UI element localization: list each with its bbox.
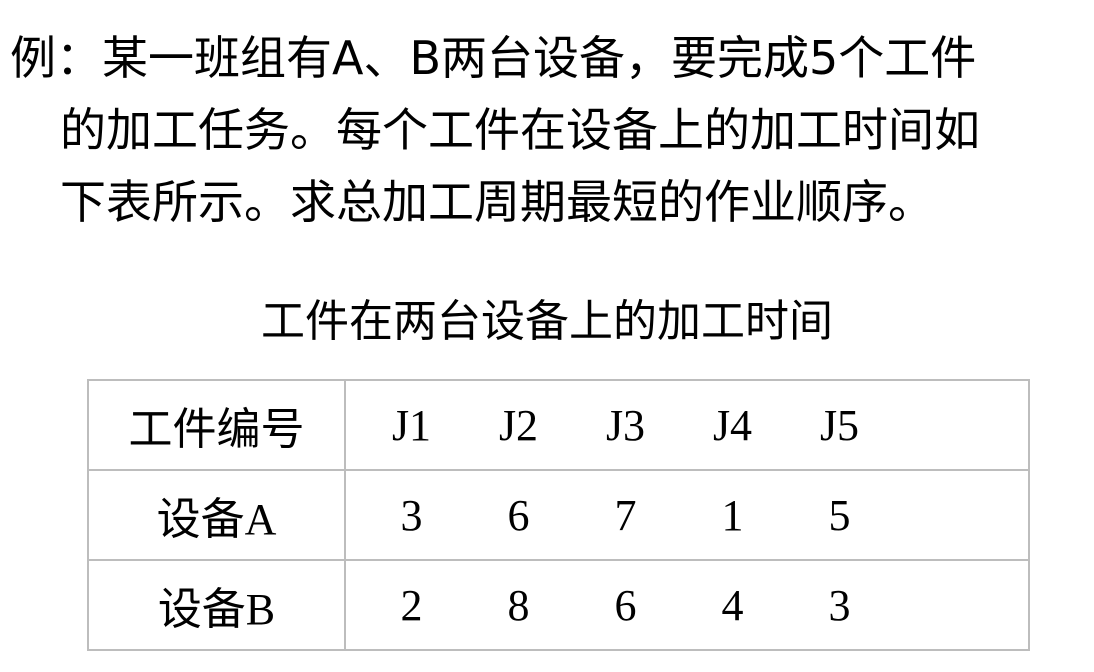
problem-line-2: 的加工任务。每个工件在设备上的加工时间如 (60, 103, 980, 157)
time-value: 5 (828, 490, 851, 540)
header-label-cell: 工件编号 (87, 379, 346, 471)
problem-line-3: 下表所示。求总加工周期最短的作业顺序。 (60, 175, 934, 229)
job-id: J2 (498, 400, 539, 450)
problem-statement: 例：某一班组有A、B两台设备，要完成5个工件 的加工任务。每个工件在设备上的加工… (10, 22, 1070, 238)
time-value: 3 (400, 490, 423, 540)
row-label-machine-b: 设备B (87, 559, 346, 651)
problem-line-1: 例：某一班组有A、B两台设备，要完成5个工件 (10, 31, 977, 85)
table-caption: 工件在两台设备上的加工时间 (261, 296, 833, 347)
processing-time-table: 工件编号 J1 J2 J3 J4 J5 设备A 3 6 7 1 5 设备B 2 … (87, 379, 1030, 651)
time-value: 6 (614, 580, 637, 630)
table-row-machine-b: 设备B 2 8 6 4 3 (87, 559, 1030, 651)
table-row-machine-a: 设备A 3 6 7 1 5 (87, 469, 1030, 561)
job-id: J3 (605, 400, 646, 450)
time-value: 7 (614, 490, 637, 540)
time-value: 6 (507, 490, 530, 540)
time-value: 1 (721, 490, 744, 540)
row-label-machine-a: 设备A (87, 469, 346, 561)
job-id: J5 (819, 400, 860, 450)
machine-b-times-cell: 2 8 6 4 3 (344, 559, 1030, 651)
machine-a-times-cell: 3 6 7 1 5 (344, 469, 1030, 561)
job-id: J4 (712, 400, 753, 450)
time-value: 4 (721, 580, 744, 630)
time-value: 8 (507, 580, 530, 630)
table-header-row: 工件编号 J1 J2 J3 J4 J5 (87, 379, 1030, 471)
time-value: 2 (400, 580, 423, 630)
job-id: J1 (391, 400, 432, 450)
job-ids-cell: J1 J2 J3 J4 J5 (344, 379, 1030, 471)
time-value: 3 (828, 580, 851, 630)
